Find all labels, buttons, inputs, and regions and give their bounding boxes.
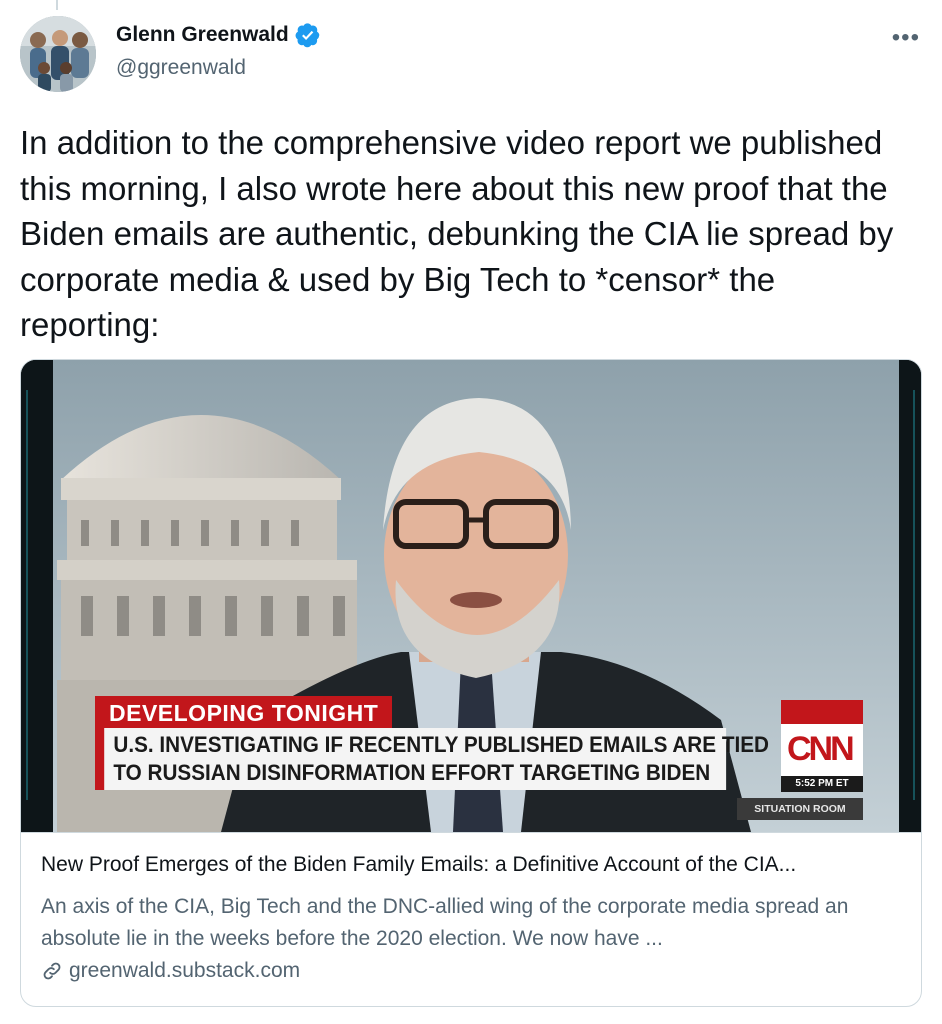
chyron-main-text: U.S. INVESTIGATING IF RECENTLY PUBLISHED… — [95, 728, 769, 790]
broadcast-time: 5:52 PM ET — [781, 776, 863, 792]
author-name-row: Glenn Greenwald — [116, 22, 321, 48]
more-options-icon[interactable]: ••• — [892, 24, 920, 52]
show-name-tag: SITUATION ROOM — [737, 798, 863, 820]
verified-badge-icon — [295, 22, 321, 48]
thread-connector-line — [56, 0, 58, 10]
chyron-line-1: U.S. INVESTIGATING IF RECENTLY PUBLISHED… — [113, 732, 769, 757]
network-logo-bar — [781, 700, 863, 724]
author-display-name[interactable]: Glenn Greenwald — [116, 23, 289, 47]
card-domain-text[interactable]: greenwald.substack.com — [69, 959, 300, 983]
link-icon — [41, 960, 63, 982]
network-logo: CNN — [787, 730, 855, 768]
card-title[interactable]: New Proof Emerges of the Biden Family Em… — [41, 853, 901, 877]
chyron-line-2: TO RUSSIAN DISINFORMATION EFFORT TARGETI… — [113, 760, 711, 785]
link-preview-card[interactable]: DEVELOPING TONIGHT U.S. INVESTIGATING IF… — [20, 359, 922, 1007]
card-description: An axis of the CIA, Big Tech and the DNC… — [41, 895, 849, 950]
card-domain[interactable]: greenwald.substack.com — [41, 959, 300, 983]
chyron-headline-tag: DEVELOPING TONIGHT — [95, 696, 393, 728]
tweet-text: In addition to the comprehensive video r… — [20, 124, 903, 343]
avatar[interactable] — [20, 16, 96, 92]
card-image: DEVELOPING TONIGHT U.S. INVESTIGATING IF… — [21, 360, 921, 832]
author-handle[interactable]: @ggreenwald — [116, 56, 246, 80]
card-body[interactable]: New Proof Emerges of the Biden Family Em… — [21, 832, 921, 1006]
